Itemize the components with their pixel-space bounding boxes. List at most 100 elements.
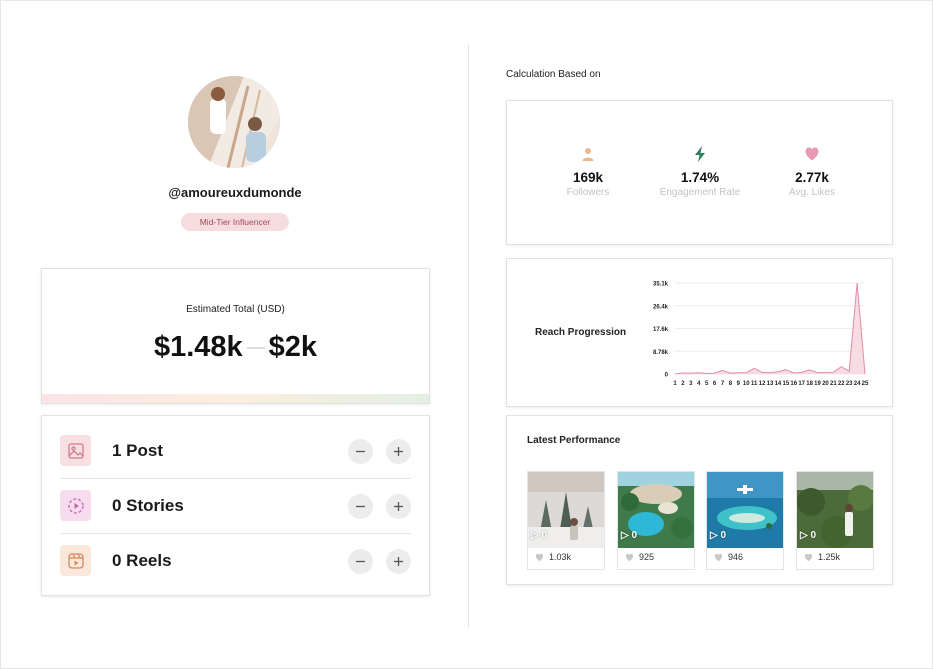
x-tick-label: 20: [822, 381, 829, 387]
post-views: ▷ 0: [621, 530, 637, 541]
x-tick-label: 16: [790, 381, 797, 387]
estimate-card: Estimated Total (USD) $1.48k $2k: [41, 268, 430, 404]
tier-badge: Mid-Tier Influencer: [181, 213, 289, 231]
x-tick-label: 3: [689, 381, 693, 387]
stat-followers: 169k Followers: [533, 146, 643, 198]
x-tick-label: 1: [673, 381, 677, 387]
x-tick-label: 5: [705, 381, 709, 387]
stat-engagement: 1.74% Engagement Rate: [645, 146, 755, 198]
content-row-label: 0 Stories: [112, 496, 184, 515]
post-views-count: 0: [541, 530, 548, 541]
play-icon: ▷: [621, 530, 629, 541]
y-tick-label: 0: [665, 373, 669, 379]
image-icon: [60, 435, 91, 466]
profile-handle: @amoureuxdumonde: [168, 185, 302, 200]
post-likes: 1.03k: [535, 552, 571, 562]
play-icon: ▷: [710, 530, 718, 541]
post-likes: 946: [714, 552, 743, 562]
post-likes-count: 1.03k: [549, 552, 572, 562]
x-tick-label: 15: [782, 381, 789, 387]
content-card: 1 Post 0 Stories 0 Reels: [41, 415, 430, 596]
x-tick-label: 11: [751, 381, 758, 387]
heart-icon: [535, 553, 544, 561]
x-tick-label: 17: [798, 381, 805, 387]
stat-label: Engagement Rate: [659, 187, 741, 198]
post-likes: 1.25k: [804, 552, 840, 562]
person-icon: [582, 148, 594, 161]
column-divider: [468, 45, 469, 627]
post-tile[interactable]: ▷ 0 1.03k: [527, 471, 605, 570]
post-views: ▷ 0: [710, 530, 726, 541]
play-icon: ▷: [800, 530, 808, 541]
minus-icon: [356, 505, 365, 508]
post-likes: 925: [625, 552, 654, 562]
plus-icon: [394, 502, 403, 511]
x-tick-label: 7: [721, 381, 725, 387]
decrement-stories-button[interactable]: [348, 494, 373, 519]
heart-icon: [714, 553, 723, 561]
content-row-stories: 0 Stories: [60, 479, 411, 534]
post-tile[interactable]: ▷ 0 946: [706, 471, 784, 570]
estimate-range: $1.48k $2k: [42, 331, 429, 364]
x-tick-label: 22: [838, 381, 845, 387]
post-tile[interactable]: ▷ 0 1.25k: [796, 471, 874, 570]
post-likes-count: 946: [728, 552, 744, 562]
x-tick-label: 13: [767, 381, 774, 387]
range-dash: [246, 347, 265, 350]
post-tile[interactable]: ▷ 0 925: [617, 471, 695, 570]
content-row-post: 1 Post: [60, 424, 411, 479]
x-tick-label: 4: [697, 381, 701, 387]
x-tick-label: 19: [814, 381, 821, 387]
x-tick-label: 8: [729, 381, 733, 387]
lightning-icon: [695, 146, 705, 162]
post-likes-count: 925: [639, 552, 655, 562]
x-tick-label: 25: [862, 381, 869, 387]
decrement-post-button[interactable]: [348, 439, 373, 464]
content-row-label: 0 Reels: [112, 551, 172, 570]
estimate-max: $2k: [268, 331, 318, 363]
increment-reels-button[interactable]: [386, 549, 411, 574]
plus-icon: [394, 557, 403, 566]
reel-icon: [60, 545, 91, 576]
y-tick-label: 17.6k: [653, 327, 669, 333]
story-icon: [60, 490, 91, 521]
calculation-label: Calculation Based on: [506, 69, 601, 80]
x-tick-label: 6: [713, 381, 717, 387]
estimate-label: Estimated Total (USD): [186, 304, 285, 315]
post-views-count: 0: [720, 530, 727, 541]
increment-post-button[interactable]: [386, 439, 411, 464]
increment-stories-button[interactable]: [386, 494, 411, 519]
avatar: [188, 76, 280, 168]
post-views: ▷ 0: [800, 530, 816, 541]
play-icon: ▷: [531, 530, 539, 541]
y-tick-label: 26.4k: [653, 304, 669, 310]
post-likes-count: 1.25k: [818, 552, 841, 562]
heart-icon: [804, 553, 813, 561]
performance-card: Latest Performance ▷ 0 1.03k ▷ 0 925 ▷ 0…: [506, 415, 893, 585]
stat-value: 169k: [572, 170, 604, 185]
stat-value: 1.74%: [680, 170, 720, 185]
y-tick-label: 35.1k: [653, 282, 669, 288]
stat-label: Avg. Likes: [789, 187, 835, 198]
decrement-reels-button[interactable]: [348, 549, 373, 574]
x-tick-label: 2: [681, 381, 685, 387]
stat-label: Followers: [566, 187, 610, 198]
plus-icon: [394, 447, 403, 456]
x-tick-label: 18: [806, 381, 813, 387]
reach-chart: 08.78k17.6k26.4k35.1k1 2 3 4 5 6 7 8 9 10 11 12 13 14…: [653, 282, 869, 388]
x-tick-label: 21: [830, 381, 837, 387]
x-tick-label: 23: [846, 381, 853, 387]
minus-icon: [356, 450, 365, 453]
reach-card: Reach Progression 0 8.78k 17.6k 26.4k 35.1k 1…: [506, 258, 893, 407]
reach-title: Reach Progression: [535, 327, 627, 338]
x-tick-label: 24: [854, 381, 861, 387]
x-tick-label: 12: [759, 381, 766, 387]
y-tick-label: 8.78k: [653, 350, 669, 356]
estimate-min: $1.48k: [153, 331, 243, 363]
x-tick-label: 14: [775, 381, 782, 387]
x-tick-label: 10: [743, 381, 750, 387]
performance-title: Latest Performance: [527, 435, 621, 446]
x-tick-label: 9: [737, 381, 741, 387]
stat-likes: 2.77k Avg. Likes: [757, 146, 867, 198]
stats-card: 169k Followers 1.74% Engagement Rate 2.7…: [506, 100, 893, 245]
